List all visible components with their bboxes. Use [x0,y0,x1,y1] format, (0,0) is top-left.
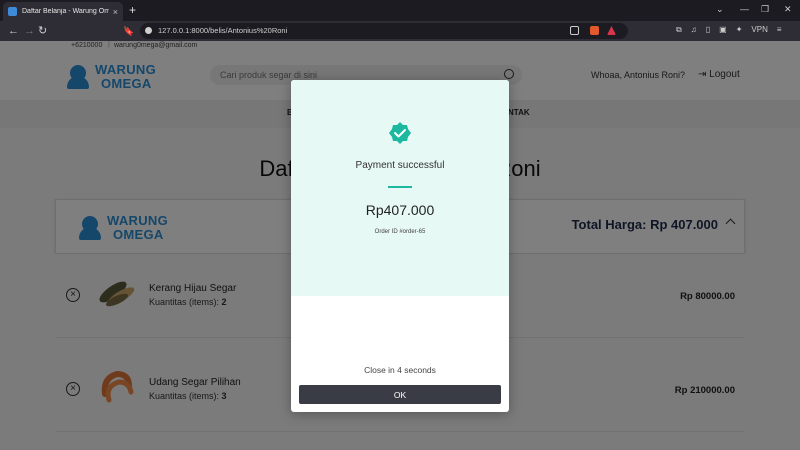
site-favicon-icon [8,7,17,16]
sidebar-icon[interactable]: ▯ [706,25,710,35]
divider [388,186,412,188]
vpn-button[interactable]: VPN [751,25,767,35]
payment-amount: Rp407.000 [365,202,435,218]
url-field[interactable]: 127.0.0.1:8000/belis/Antonius%20Roni [140,23,628,39]
reload-button[interactable]: ↻ [38,24,47,38]
minimize-icon[interactable]: — [740,4,749,14]
success-message: Payment successful [355,160,445,171]
menu-icon[interactable]: ≡ [777,25,782,35]
tab-title: Daftar Belanja - Warung Omeg [22,8,109,15]
url-text: 127.0.0.1:8000/belis/Antonius%20Roni [158,26,288,35]
window-close-icon[interactable]: ✕ [784,4,792,15]
browser-tab-bar: Daftar Belanja - Warung Omeg × + ⌄ — ❐ ✕ [0,0,800,21]
rewards-icon[interactable] [607,26,616,35]
browser-tab[interactable]: Daftar Belanja - Warung Omeg × [3,2,123,21]
toolbar-icons: ⧉ ♫ ▯ ▣ ✦ VPN ≡ [676,25,782,35]
modal-header-area: Payment successful Rp407.000 Order ID #o… [291,80,509,296]
close-countdown: Close in 4 seconds [364,365,436,375]
music-icon[interactable]: ♫ [691,25,697,35]
share-icon[interactable] [570,26,579,35]
tab-close-icon[interactable]: × [113,7,118,17]
maximize-icon[interactable]: ❐ [761,4,769,15]
extensions-icon[interactable]: ⧉ [676,25,682,35]
success-check-icon [389,122,411,144]
leo-icon[interactable]: ✦ [736,25,743,35]
payment-success-modal: Payment successful Rp407.000 Order ID #o… [291,80,509,412]
brave-shield-icon[interactable] [590,26,599,35]
forward-button[interactable]: → [24,24,35,38]
address-bar: ← → ↻ 🔖 127.0.0.1:8000/belis/Antonius%20… [0,21,800,41]
wallet-icon[interactable]: ▣ [719,25,727,35]
order-id: Order ID #order-65 [374,229,426,235]
ok-button[interactable]: OK [299,385,501,404]
new-tab-button[interactable]: + [129,3,136,17]
bookmark-icon[interactable]: 🔖 [123,24,134,38]
tab-list-icon[interactable]: ⌄ [716,4,724,15]
back-button[interactable]: ← [8,24,19,38]
site-info-icon[interactable] [145,27,152,34]
